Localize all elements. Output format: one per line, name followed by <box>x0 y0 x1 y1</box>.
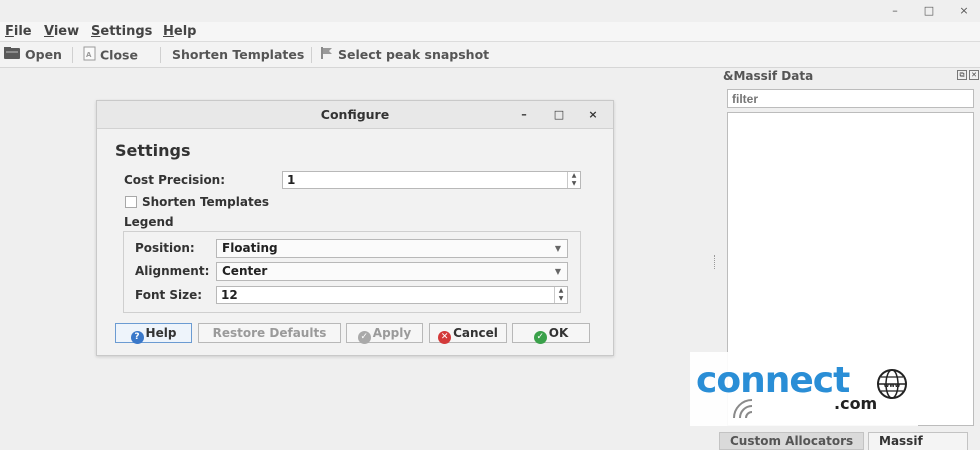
legend-label: Legend <box>124 215 174 229</box>
close-button[interactable]: A Close <box>83 46 138 64</box>
dialog-titlebar: Configure – □ × <box>97 101 613 129</box>
alignment-label: Alignment: <box>135 264 210 278</box>
menu-view[interactable]: View <box>44 24 79 39</box>
help-button-label: Help <box>145 326 177 340</box>
ok-button-label: OK <box>548 326 569 340</box>
dialog-maximize-button[interactable]: □ <box>550 106 568 124</box>
position-label: Position: <box>135 241 195 255</box>
window-close-button[interactable]: × <box>953 2 975 20</box>
document-close-icon: A <box>83 46 96 66</box>
menu-help-label: elp <box>173 24 197 39</box>
cancel-button-label: Cancel <box>453 326 498 340</box>
open-button[interactable]: Open <box>3 46 62 64</box>
select-peak-snapshot-button[interactable]: Select peak snapshot <box>320 46 489 64</box>
spin-arrows-icon[interactable]: ▲ ▼ <box>567 172 580 188</box>
spin-arrows-icon[interactable]: ▲ ▼ <box>554 287 567 303</box>
alignment-combobox[interactable]: Center ▼ <box>216 262 568 281</box>
dialog-title: Configure <box>320 107 390 122</box>
cancel-button[interactable]: ✕ Cancel <box>429 323 507 344</box>
menu-settings[interactable]: Settings <box>91 24 152 39</box>
toolbar-separator <box>72 47 73 63</box>
menu-file[interactable]: File <box>5 24 32 39</box>
alignment-value: Center <box>222 264 268 278</box>
ok-button[interactable]: ✓ OK <box>512 323 590 344</box>
cancel-icon: ✕ <box>438 331 452 344</box>
restore-defaults-button[interactable]: Restore Defaults <box>198 323 341 343</box>
menu-bar: File View Settings Help <box>0 22 980 42</box>
menu-settings-mnemonic: S <box>91 24 101 39</box>
dock-float-icon[interactable]: ⧉ <box>957 70 967 80</box>
menu-view-mnemonic: V <box>44 24 54 39</box>
menu-file-mnemonic: F <box>5 24 14 39</box>
toolbar: Open A Close Shorten Templates Select pe… <box>0 42 980 68</box>
check-icon: ✓ <box>357 331 371 344</box>
apply-button-label: Apply <box>372 326 412 340</box>
window-maximize-button[interactable]: □ <box>918 2 940 20</box>
position-combobox[interactable]: Floating ▼ <box>216 239 568 258</box>
select-peak-snapshot-label: Select peak snapshot <box>338 47 490 62</box>
help-button[interactable]: ? Help <box>115 323 192 344</box>
shorten-templates-label[interactable]: Shorten Templates <box>142 195 269 209</box>
position-value: Floating <box>222 241 278 255</box>
shorten-templates-button[interactable]: Shorten Templates <box>172 46 304 64</box>
configure-dialog: Configure – □ × Settings Cost Precision:… <box>96 100 614 356</box>
chevron-down-icon: ▼ <box>554 267 561 276</box>
watermark-brand: connect <box>696 360 850 401</box>
help-icon: ? <box>130 331 144 344</box>
settings-heading: Settings <box>115 141 191 160</box>
menu-help[interactable]: Help <box>163 24 196 39</box>
toolbar-separator <box>311 47 312 63</box>
open-button-label: Open <box>25 47 62 62</box>
globe-icon: www <box>877 369 907 399</box>
window-titlebar: – □ × <box>0 0 980 22</box>
tab-custom-allocators[interactable]: Custom Allocators <box>719 432 865 450</box>
watermark-logo: connect www .com <box>690 352 918 426</box>
svg-text:A: A <box>86 51 92 59</box>
font-size-value: 12 <box>221 288 238 302</box>
menu-view-label: iew <box>53 24 80 39</box>
window-minimize-button[interactable]: – <box>884 2 906 20</box>
dialog-close-button[interactable]: × <box>584 106 602 124</box>
dock-close-icon[interactable]: ✕ <box>969 70 979 80</box>
cost-precision-value: 1 <box>287 173 296 187</box>
flag-icon <box>320 46 334 65</box>
font-size-label: Font Size: <box>135 288 203 302</box>
menu-file-label: ile <box>13 24 32 39</box>
folder-open-icon <box>3 46 21 65</box>
dock-title: &Massif Data <box>723 69 814 83</box>
chevron-down-icon: ▼ <box>554 244 561 253</box>
cost-precision-spinbox[interactable]: 1 ▲ ▼ <box>282 171 581 189</box>
tab-massif-data[interactable]: Massif Data <box>868 432 968 450</box>
ok-check-icon: ✓ <box>533 331 547 344</box>
apply-button[interactable]: ✓ Apply <box>346 323 423 344</box>
dialog-minimize-button[interactable]: – <box>515 106 533 124</box>
legend-groupbox: Position: Floating ▼ Alignment: Center ▼… <box>123 231 581 313</box>
toolbar-separator <box>160 47 161 63</box>
watermark-suffix: .com <box>834 394 878 413</box>
menu-help-mnemonic: H <box>163 24 174 39</box>
font-size-spinbox[interactable]: 12 ▲ ▼ <box>216 286 568 304</box>
close-button-label: Close <box>100 47 138 63</box>
shorten-templates-checkbox[interactable] <box>125 196 137 208</box>
filter-input[interactable] <box>727 89 974 108</box>
globe-label: www <box>884 382 901 389</box>
menu-settings-label: ettings <box>100 24 153 39</box>
cost-precision-label: Cost Precision: <box>124 173 226 187</box>
